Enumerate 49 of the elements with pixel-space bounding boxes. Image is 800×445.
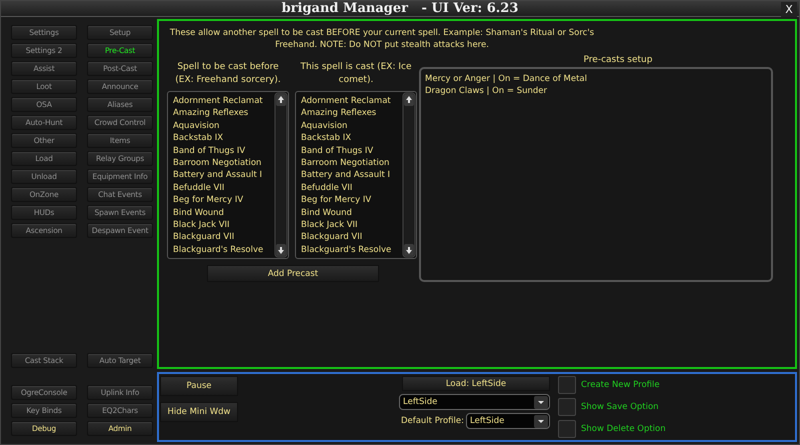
spell-item[interactable]: Adornment Reclamat (301, 95, 402, 108)
spell-item[interactable]: Band of Thugs IV (173, 144, 274, 158)
checkbox[interactable] (558, 398, 576, 416)
spell-item[interactable]: Befuddle VII (301, 182, 402, 194)
spell-item[interactable]: Battery and Assault I (301, 169, 402, 182)
scrollbar-icon[interactable] (402, 92, 416, 258)
scrollbar-icon[interactable] (274, 92, 288, 258)
spell-item[interactable]: Blackguard VII (301, 231, 402, 244)
precast-entry[interactable]: Dragon Claws | On = Sunder (425, 85, 767, 97)
spell-item[interactable]: Amazing Reflexes (301, 107, 402, 120)
spell-item[interactable]: Aquavision (301, 120, 402, 132)
footer-button[interactable]: Hide Mini Wdw (160, 402, 238, 422)
add-precast-button[interactable]: Add Precast (207, 265, 379, 282)
spell-item[interactable]: Band of Thugs IV (301, 144, 402, 158)
spell-item[interactable]: Black Jack VII (301, 219, 402, 232)
spell-item[interactable]: Bind Wound (301, 206, 402, 220)
checkbox[interactable] (558, 420, 576, 438)
setup-heading: Pre-casts setup (584, 54, 652, 67)
option-label: Create New Profile (581, 380, 660, 390)
footer-button[interactable]: Pause (160, 376, 238, 396)
spell-item[interactable]: Bind Wound (173, 206, 274, 220)
spell-item[interactable]: Befuddle VII (173, 182, 274, 194)
list-heading: This spell is cast (EX: Ice comet). (299, 61, 413, 87)
spell-item[interactable]: Beg for Mercy IV (301, 194, 402, 207)
load-profile-button[interactable]: Load: LeftSide (402, 376, 550, 391)
spell-item[interactable]: Amazing Reflexes (173, 107, 274, 120)
profile-dropdown[interactable]: LeftSide (399, 394, 550, 410)
spell-item[interactable]: Blackguard VII (173, 231, 274, 244)
precast-entry[interactable]: Mercy or Anger | On = Dance of Metal (425, 73, 767, 85)
spell-item[interactable]: Adornment Reclamat (173, 95, 274, 108)
spell-item[interactable]: Barroom Negotiation (173, 157, 274, 170)
checkbox[interactable] (558, 376, 576, 394)
spell-item[interactable]: Backstab IX (301, 132, 402, 145)
spell-item[interactable]: Beg for Mercy IV (173, 194, 274, 207)
spell-item[interactable]: Blackguard's Resolve (301, 244, 402, 256)
option-label: Show Delete Option (581, 424, 666, 434)
spell-item[interactable]: Barroom Negotiation (301, 157, 402, 170)
close-button[interactable]: X (781, 2, 797, 17)
option-label: Show Save Option (581, 402, 659, 412)
spell-item[interactable]: Battery and Assault I (173, 169, 274, 182)
list-heading: Spell to be cast before (EX: Freehand sorcery). (174, 61, 282, 87)
window-title: brigand Manager - UI Ver: 6.23 (282, 1, 518, 16)
default-profile-dropdown[interactable]: LeftSide (466, 413, 550, 429)
default-profile-label: Default Profile: (400, 416, 464, 426)
spell-item[interactable]: Blackguard's Resolve (173, 244, 274, 256)
spell-item[interactable]: Aquavision (173, 120, 274, 132)
spell-item[interactable]: Black Jack VII (173, 219, 274, 232)
spell-item[interactable]: Backstab IX (173, 132, 274, 145)
description-text: These allow another spell to be cast BEFORE your current spell. Example: Shaman's Ritual or Sorc's Freehand. NOTE: Do NOT put stealth attacks here. (168, 27, 596, 51)
